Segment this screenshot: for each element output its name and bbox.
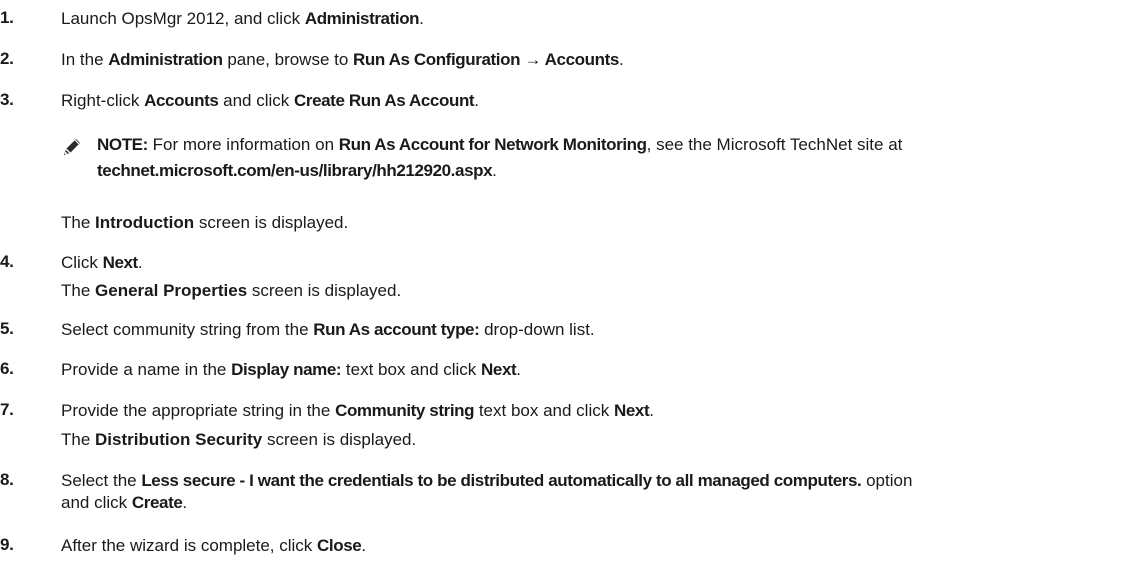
step-number: 3. [0,90,14,109]
text-run: option [861,471,913,490]
text-run: After the wizard is complete, click [61,536,318,555]
step-text: Select community string from the Run As … [61,319,1136,341]
bold-term: Run As Account for Network Monitoring [338,135,647,154]
step-number: 2. [0,49,14,68]
bold-term: Display name: [231,360,342,379]
step-text: In the Administration pane, browse to Ru… [61,49,1136,71]
step-number: 6. [0,359,14,378]
step-7-result: The Distribution Security screen is disp… [61,430,416,450]
text-run: Right-click [61,91,145,110]
pencil-note-icon [61,136,83,158]
bold-term: Less secure - I want the credentials to … [141,471,862,490]
text-run: text box and click [474,401,614,420]
text-run: For more information on [147,135,339,154]
text-run: . [361,536,367,555]
step-3-result: The Introduction screen is displayed. [61,213,348,233]
text-run: , see the Microsoft TechNet site at [646,135,903,154]
step-number: 8. [0,470,14,489]
step-number: 7. [0,400,14,419]
bold-term: Administration [108,50,223,69]
text-run: . [474,91,479,110]
text-run: drop-down list. [479,320,595,339]
bold-term: Next [102,253,139,272]
text-run: The [61,430,96,449]
bold-term: Create Run As Account [293,91,475,110]
text-run: Click [61,253,103,272]
step-number: 9. [0,535,14,554]
bold-term: Community string [335,401,475,420]
text-run: . [492,161,497,180]
bold-term: General Properties [95,281,248,300]
bold-term: Next [613,401,650,420]
text-run: . [649,401,654,420]
text-run: In the [61,50,109,69]
step-4-result: The General Properties screen is display… [61,281,401,301]
bold-term: Close [317,536,362,555]
text-run: . [419,9,424,28]
text-run: Select the [61,471,142,490]
text-run: Provide a name in the [61,360,232,379]
text-run: and click [218,91,294,110]
text-run: . [137,253,143,272]
bold-term: Distribution Security [95,430,263,449]
bold-term: Create [131,493,183,512]
step-text: Launch OpsMgr 2012, and click Administra… [61,8,1136,30]
bold-term: Run As account type: [313,320,480,339]
text-run: and click [61,493,132,512]
text-run: Select community string from the [61,320,314,339]
text-run: pane, browse to [222,50,354,69]
bold-term: Run As Configuration → Accounts [353,50,619,69]
text-run: Launch OpsMgr 2012, and click [61,9,305,28]
step-number: 1. [0,8,14,27]
step-number: 5. [0,319,14,338]
procedure-page: 1. Launch OpsMgr 2012, and click Adminis… [0,0,1139,567]
bold-term: Accounts [144,91,219,110]
step-text: Provide the appropriate string in the Co… [61,400,1136,422]
text-run: text box and click [341,360,482,379]
bold-term: Next [481,360,517,379]
note-block: NOTE: For more information on Run As Acc… [97,132,1137,184]
text-run: screen is displayed. [262,430,417,449]
step-text: Click Next. [61,252,1136,274]
note-label: NOTE: [97,135,148,154]
step-text: After the wizard is complete, click Clos… [61,535,1136,557]
text-run: The [61,281,96,300]
step-text: Right-click Accounts and click Create Ru… [61,90,1136,112]
text-run: The [61,213,96,232]
step-text: Provide a name in the Display name: text… [61,359,1136,381]
text-run: . [516,360,522,379]
technet-link[interactable]: technet.microsoft.com/en-us/library/hh21… [97,161,493,180]
text-run: screen is displayed. [194,213,349,232]
text-run: . [618,50,624,69]
bold-term: Administration [304,9,420,28]
step-number: 4. [0,252,14,271]
text-run: screen is displayed. [247,281,402,300]
text-run: . [182,493,188,512]
step-text: Select the Less secure - I want the cred… [61,470,1136,514]
text-run: Provide the appropriate string in the [61,401,336,420]
bold-term: Introduction [95,213,195,232]
